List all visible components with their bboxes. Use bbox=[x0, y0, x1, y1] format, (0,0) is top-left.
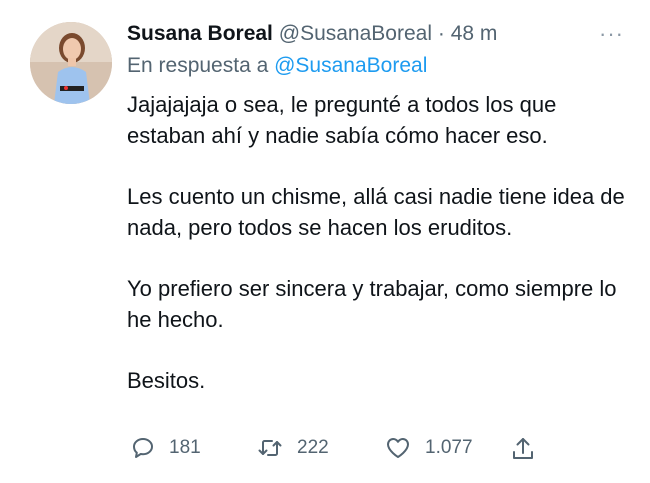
reply-button[interactable]: 181 bbox=[131, 436, 201, 460]
tweet-header: Susana Boreal @SusanaBoreal · 48 m bbox=[127, 20, 630, 48]
author-name[interactable]: Susana Boreal bbox=[127, 22, 273, 45]
retweet-button[interactable]: 222 bbox=[257, 436, 329, 460]
timestamp[interactable]: 48 m bbox=[451, 22, 498, 45]
tweet-paragraph: Les cuento un chisme, allá casi nadie ti… bbox=[127, 184, 625, 240]
tweet-paragraph: Jajajajaja o sea, le pregunté a todos lo… bbox=[127, 92, 557, 148]
reply-prefix: En respuesta a bbox=[127, 54, 269, 77]
tweet-card: Susana Boreal @SusanaBoreal · 48 m ··· E… bbox=[0, 0, 650, 483]
author-handle[interactable]: @SusanaBoreal bbox=[279, 22, 432, 45]
heart-icon bbox=[385, 436, 411, 460]
reply-mention-link[interactable]: @SusanaBoreal bbox=[274, 54, 427, 77]
retweet-arrows-icon bbox=[257, 436, 283, 460]
action-bar: 181 222 1.077 bbox=[127, 436, 630, 470]
like-count: 1.077 bbox=[425, 437, 473, 458]
tweet-paragraph: Yo prefiero ser sincera y trabajar, como… bbox=[127, 276, 617, 332]
share-button[interactable] bbox=[511, 436, 535, 462]
tweet-text: Jajajajaja o sea, le pregunté a todos lo… bbox=[127, 89, 627, 426]
separator-dot: · bbox=[437, 22, 445, 45]
reply-count: 181 bbox=[169, 437, 201, 458]
tweet-paragraph: Besitos. bbox=[127, 368, 206, 393]
share-upload-icon bbox=[511, 436, 535, 462]
like-button[interactable]: 1.077 bbox=[385, 436, 473, 460]
speech-bubble-icon bbox=[131, 436, 155, 460]
retweet-count: 222 bbox=[297, 437, 329, 458]
more-options-icon[interactable]: ··· bbox=[599, 20, 624, 48]
avatar[interactable] bbox=[30, 22, 112, 104]
reply-context: En respuesta a @SusanaBoreal bbox=[127, 52, 427, 80]
